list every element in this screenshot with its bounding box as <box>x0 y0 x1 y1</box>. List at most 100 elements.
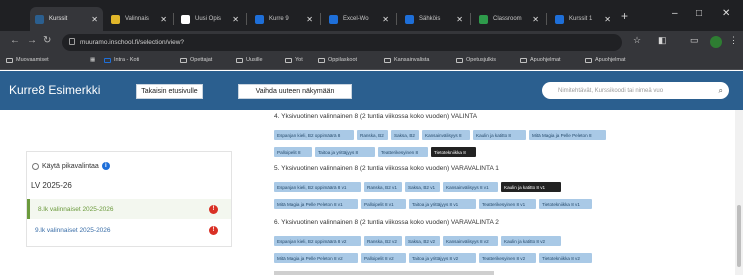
info-icon[interactable]: i <box>101 162 110 170</box>
folder-icon <box>384 57 391 63</box>
course-chip[interactable]: Kansainvälisyys 8 v2 <box>443 236 498 246</box>
course-chip[interactable]: Teatterikesyinen 8 v2 <box>479 253 536 263</box>
course-chip[interactable]: Tietotekniikka 8 <box>431 147 476 157</box>
course-chip[interactable]: Espanjan kieli, B2 oppimäärä 8 v2 <box>274 236 361 246</box>
bookmark-item[interactable]: Kansainvalista <box>384 57 429 63</box>
browser-tab-6[interactable]: Classroom ✕ <box>474 9 544 29</box>
browser-tab-3[interactable]: Kurre 9 ✕ <box>250 9 318 29</box>
close-icon[interactable]: ✕ <box>382 15 389 24</box>
bookmark-item[interactable]: Intra - Koti <box>104 57 139 63</box>
window-close-button[interactable]: ✕ <box>722 8 730 19</box>
course-chip[interactable]: Kaulin ja katitto 8 <box>473 130 526 140</box>
section-heading: 6. Yksivuotinen valinnainen 8 (2 tuntia … <box>274 219 499 226</box>
tab-separator <box>320 13 321 25</box>
course-chip[interactable]: Palloipelit 8 v2 <box>361 253 406 263</box>
star-icon[interactable]: ☆ <box>633 35 641 46</box>
bookmark-item[interactable]: Apuohjelmat <box>585 57 626 63</box>
course-chip[interactable]: Kansainvälisyys 8 <box>422 130 470 140</box>
profile-avatar[interactable] <box>710 36 722 48</box>
course-chip[interactable]: Kansainvälisyys 8 v1 <box>443 182 498 192</box>
extensions-icon[interactable]: ◧ <box>658 35 667 46</box>
close-icon[interactable]: ✕ <box>160 15 167 24</box>
course-chip[interactable]: Taitoa ja yrittäjyys 8 v2 <box>409 253 476 263</box>
course-chip[interactable]: Teatterikesyinen 8 v1 <box>479 199 536 209</box>
maximize-button[interactable]: □ <box>696 8 702 19</box>
course-chip[interactable]: Taitoa ja yrittäjyys 8 <box>315 147 375 157</box>
tab-separator <box>396 13 397 25</box>
course-chip[interactable]: Tietotekniikka 8 v1 <box>539 199 592 209</box>
forward-arrow-icon[interactable]: → <box>27 35 37 46</box>
back-arrow-icon[interactable]: ← <box>10 35 20 46</box>
selection-label: 8.lk valinnaiset 2025-2026 <box>38 205 114 213</box>
left-panel: Käytä pikavalintaa i LV 2025-26 8.lk val… <box>26 151 232 247</box>
reload-icon[interactable]: ↻ <box>43 35 51 46</box>
course-chip[interactable]: Ranska, B2 v2 <box>364 236 402 246</box>
new-tab-button[interactable]: + <box>621 9 628 23</box>
course-chip[interactable]: Teatterikesyinen 8 <box>378 147 428 157</box>
folder-icon <box>520 57 527 63</box>
close-icon[interactable]: ✕ <box>456 15 463 24</box>
bookmark-item[interactable]: Yot <box>285 57 303 63</box>
course-chip[interactable]: Taitoa ja yrittäjyys 8 v1 <box>409 199 476 209</box>
course-chip[interactable]: Saksa, B2 v2 <box>405 236 440 246</box>
apps-icon[interactable]: ▦ <box>90 57 95 63</box>
close-icon[interactable]: ✕ <box>532 15 539 24</box>
menu-icon[interactable]: ⋮ <box>729 35 738 46</box>
sidepanel-icon[interactable]: ▭ <box>690 35 699 46</box>
address-bar[interactable]: muuramo.inschool.fi/selection/view? <box>62 34 622 51</box>
bookmark-item[interactable]: Uusille <box>236 57 263 63</box>
app-title: Kurre8 Esimerkki <box>9 83 101 97</box>
bookmark-item[interactable]: Oppilaskoot <box>318 57 357 63</box>
bookmark-item[interactable]: Opettajat <box>180 57 212 63</box>
close-icon[interactable]: ✕ <box>232 15 239 24</box>
scrollbar-thumb[interactable] <box>737 205 741 267</box>
quick-select-checkbox[interactable]: Käytä pikavalintaa i <box>32 162 110 170</box>
back-to-front-button[interactable]: Takaisin etusivulle <box>136 84 203 99</box>
course-chip[interactable]: Ranska, B2 <box>357 130 388 140</box>
course-chip[interactable]: Mitä Magia ja Pelle Peleton 8 v1 <box>274 199 358 209</box>
tab-favicon <box>181 14 190 24</box>
switch-view-button[interactable]: Vaihda uuteen näkymään <box>238 84 352 99</box>
tab-label: Excel-Wo <box>343 16 369 22</box>
course-chip[interactable]: Espanjan kieli, B2 oppimäärä 8 <box>274 130 354 140</box>
course-chip[interactable]: Kaulin ja katitto 8 v1 <box>501 182 561 192</box>
tab-label: Kurssit 1 <box>569 16 593 22</box>
year-label: LV 2025-26 <box>31 181 72 190</box>
course-chip[interactable]: Saksa, B2 <box>391 130 419 140</box>
bookmark-item[interactable]: Apuohjelmat <box>520 57 561 63</box>
folder-icon <box>236 57 243 63</box>
close-icon[interactable]: ✕ <box>604 15 611 24</box>
course-chip[interactable]: Palloipelit 8 <box>274 147 312 157</box>
selection-list-item[interactable]: 8.lk valinnaiset 2025-2026 ! <box>27 199 231 219</box>
tab-label: Kurssit <box>49 16 68 22</box>
browser-tab-0[interactable]: Kurssit ✕ <box>30 7 103 31</box>
course-chip[interactable]: Tietotekniikka 8 v2 <box>539 253 592 263</box>
alert-icon: ! <box>209 204 218 214</box>
browser-tab-1[interactable]: Valinnais ✕ <box>106 9 172 29</box>
course-chip[interactable]: Ranska, B2 v1 <box>364 182 402 192</box>
browser-tab-4[interactable]: Excel-Wo ✕ <box>324 9 394 29</box>
course-chip[interactable]: Mitä Magia ja Pelle Peleton 8 <box>529 130 606 140</box>
url-text: muuramo.inschool.fi/selection/view? <box>80 39 185 46</box>
checkbox-icon[interactable] <box>32 162 39 170</box>
search-input[interactable]: Nimitehtävät, Kurssikoodi tai nimeä vuo … <box>542 82 729 99</box>
browser-tab-5[interactable]: Sähköis ✕ <box>400 9 468 29</box>
close-icon[interactable]: ✕ <box>91 15 98 24</box>
selection-list-item[interactable]: 9.lk valinnaiset 2025-2026 ! <box>27 220 231 240</box>
tab-favicon <box>479 14 488 24</box>
folder-icon <box>180 57 187 63</box>
folder-icon <box>456 57 463 63</box>
browser-tab-7[interactable]: Kurssit 1 ✕ <box>550 9 616 29</box>
course-chip[interactable]: Kaulin ja katitto 8 v2 <box>501 236 561 246</box>
browser-tab-2[interactable]: Uusi Opis ✕ <box>176 9 244 29</box>
course-chip[interactable]: Espanjan kieli, B2 oppimäärä 8 v1 <box>274 182 361 192</box>
lock-icon <box>69 38 75 45</box>
bookmark-item[interactable]: Muovaamiset <box>6 57 49 63</box>
close-icon[interactable]: ✕ <box>306 15 313 24</box>
course-chip[interactable]: Saksa, B2 v1 <box>405 182 440 192</box>
bookmark-item[interactable]: Opetusjulkis <box>456 57 496 63</box>
course-chip[interactable]: Palloipelit 8 v1 <box>361 199 406 209</box>
search-icon[interactable]: ⌕ <box>719 86 723 96</box>
minimize-button[interactable]: – <box>672 8 678 19</box>
course-chip[interactable]: Mitä Magia ja Pelle Peleton 8 v2 <box>274 253 358 263</box>
